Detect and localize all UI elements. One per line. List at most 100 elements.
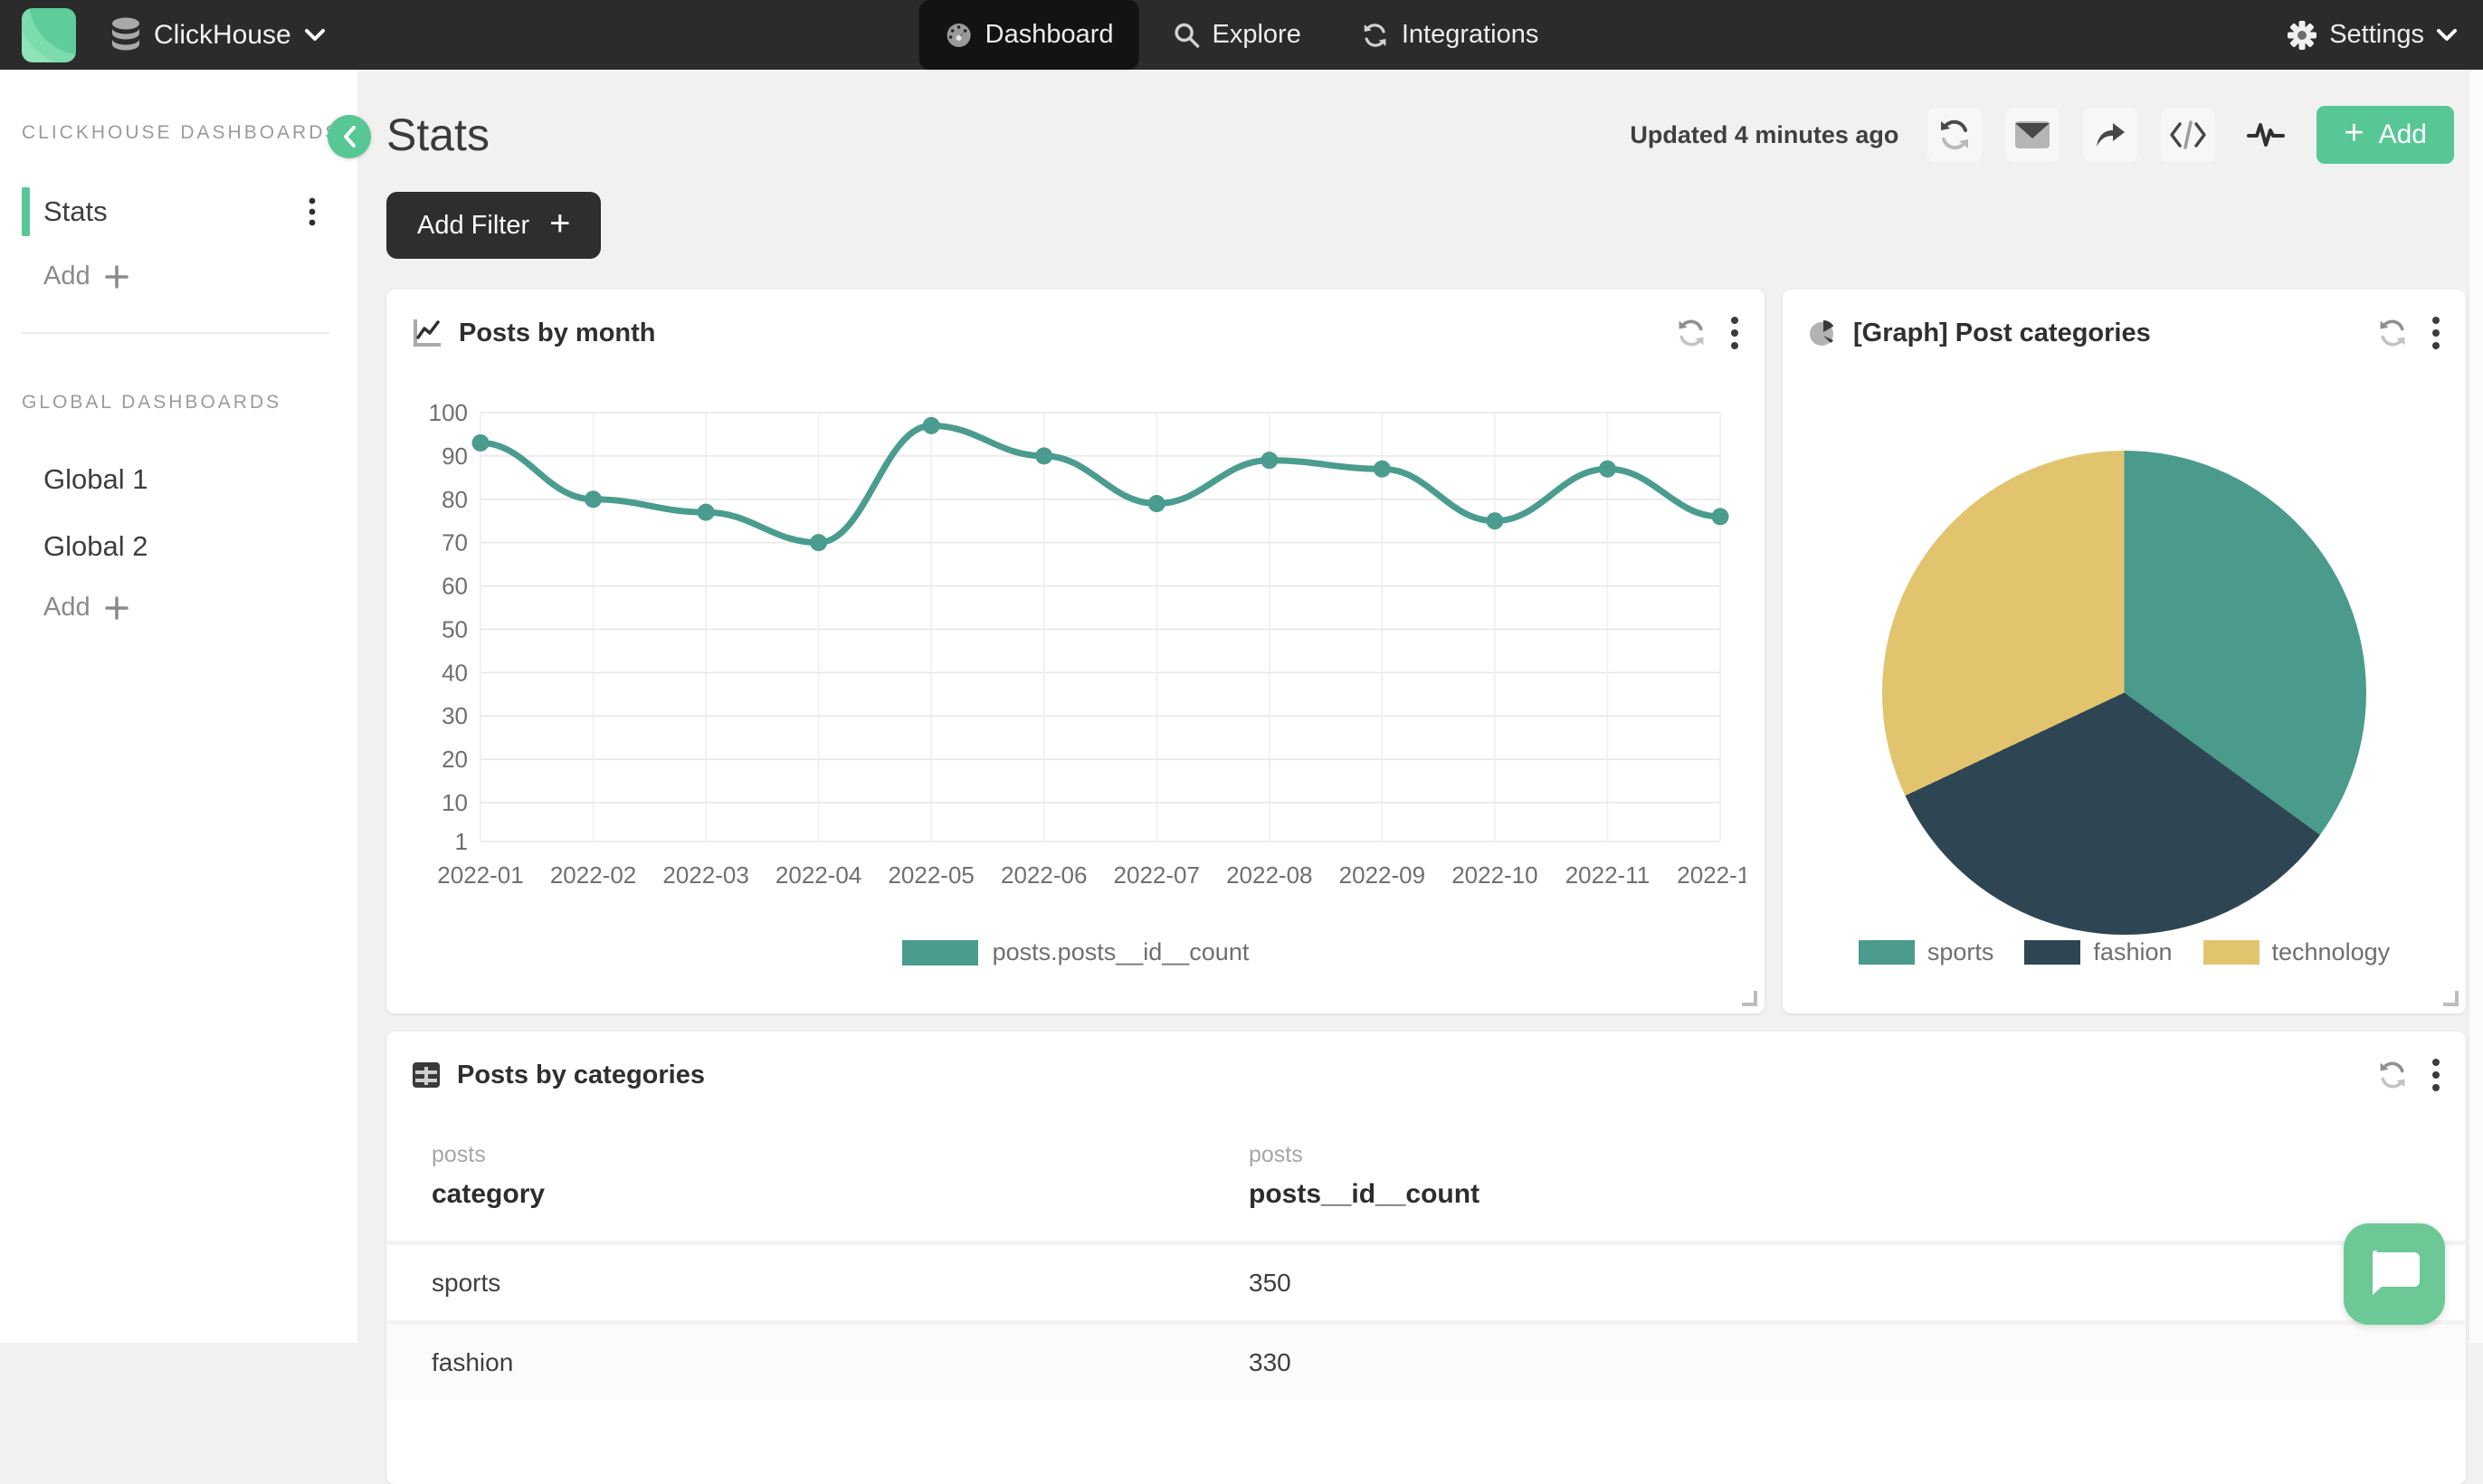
svg-text:2022-12: 2022-12	[1677, 861, 1746, 889]
refresh-icon	[2377, 318, 2408, 348]
legend-label: fashion	[2093, 938, 2172, 966]
top-nav: ClickHouse DashboardExploreIntegrations …	[0, 0, 2483, 70]
plus-icon: +	[549, 204, 570, 244]
app-logo[interactable]	[22, 8, 76, 62]
line-chart-icon	[412, 318, 442, 348]
legend-label: posts.posts__id__count	[993, 938, 1250, 966]
updated-timestamp: Updated 4 minutes ago	[1630, 121, 1898, 149]
chat-bubble-icon	[2368, 1251, 2421, 1298]
table-cell: 330	[1203, 1348, 2466, 1377]
kebab-menu-icon[interactable]	[309, 197, 316, 226]
chevron-down-icon	[304, 28, 326, 43]
search-icon	[1174, 22, 1201, 49]
refresh-dashboard-button[interactable]	[1927, 108, 1982, 162]
chat-widget-button[interactable]	[2344, 1223, 2445, 1325]
database-selector[interactable]: ClickHouse	[110, 0, 326, 70]
legend-swatch	[2203, 940, 2259, 965]
add-button-label: Add	[2379, 119, 2427, 150]
card-posts-by-categories: Posts by categories posts	[386, 1032, 2466, 1484]
card-kebab-menu-button[interactable]	[2431, 315, 2440, 351]
sidebar-item-label: Global 1	[43, 463, 147, 496]
svg-text:90: 90	[442, 442, 468, 470]
tab-label: Integrations	[1402, 20, 1539, 50]
database-icon	[110, 17, 141, 53]
legend-swatch	[902, 940, 978, 966]
share-button[interactable]	[2083, 108, 2137, 162]
sidebar-collapse-button[interactable]	[328, 115, 371, 158]
brand-name: ClickHouse	[154, 20, 291, 51]
line-chart-svg: 11020304050607080901002022-012022-022022…	[406, 387, 1746, 930]
svg-text:2022-07: 2022-07	[1114, 861, 1200, 889]
column-name: posts__id__count	[1249, 1179, 2466, 1210]
tab-dashboard[interactable]: Dashboard	[919, 0, 1139, 70]
add-filter-button[interactable]: Add Filter +	[386, 192, 601, 259]
tab-explore[interactable]: Explore	[1148, 0, 1327, 70]
column-header-category: postscategory	[386, 1118, 1203, 1241]
card-post-categories: [Graph] Post categories spo	[1783, 290, 2466, 1013]
sidebar-add-dashboard-button[interactable]: Add	[43, 262, 128, 291]
sidebar-item-label: Stats	[43, 195, 108, 228]
sidebar-item-global-1[interactable]: Global 1	[0, 453, 357, 506]
svg-text:1: 1	[455, 828, 468, 855]
legend-item-technology: technology	[2203, 938, 2391, 966]
legend-item-fashion: fashion	[2024, 938, 2172, 966]
nav-tabs: Dashboard Explore Integrations	[919, 0, 1565, 70]
resize-grip[interactable]	[1742, 991, 1757, 1006]
add-label: Add	[43, 262, 90, 291]
legend-swatch	[2024, 940, 2080, 965]
tab-integrations[interactable]: Integrations	[1336, 0, 1565, 70]
activity-button[interactable]	[2239, 108, 2293, 162]
table-cell: sports	[386, 1269, 1203, 1298]
svg-text:50: 50	[442, 615, 468, 642]
kebab-menu-icon	[1730, 315, 1739, 351]
scrollbar[interactable]	[2469, 70, 2483, 1343]
plus-icon: +	[2344, 114, 2364, 153]
svg-text:10: 10	[442, 789, 468, 816]
card-kebab-menu-button[interactable]	[1730, 315, 1739, 351]
svg-text:70: 70	[442, 529, 468, 556]
card-kebab-menu-button[interactable]	[2431, 1057, 2440, 1093]
code-icon	[2168, 119, 2208, 150]
card-title: Posts by categories	[457, 1061, 705, 1090]
svg-text:2022-01: 2022-01	[437, 861, 523, 889]
column-group-label: posts	[1249, 1142, 2466, 1168]
sidebar-item-global-2[interactable]: Global 2	[0, 520, 357, 573]
kebab-menu-icon	[2431, 315, 2440, 351]
email-icon	[2014, 120, 2050, 149]
table-cell: fashion	[386, 1348, 1203, 1377]
svg-text:2022-09: 2022-09	[1339, 861, 1425, 889]
add-chart-button[interactable]: + Add	[2317, 106, 2454, 164]
embed-code-button[interactable]	[2161, 108, 2215, 162]
sidebar-section-title-global: GLOBAL DASHBOARDS	[22, 392, 281, 414]
add-label: Add	[43, 593, 90, 623]
column-header-posts__id__count: posts posts__id__count	[1203, 1118, 2466, 1241]
card-refresh-button[interactable]	[2377, 318, 2408, 348]
svg-text:30: 30	[442, 702, 468, 729]
svg-text:2022-04: 2022-04	[775, 861, 861, 889]
card-title: Posts by month	[459, 319, 656, 348]
refresh-icon	[2377, 1060, 2408, 1090]
page-title: Stats	[386, 109, 490, 161]
active-indicator-bar	[22, 522, 30, 571]
share-forward-icon	[2093, 119, 2127, 150]
table-row: sports350	[386, 1241, 2466, 1320]
sidebar-section-title-clickhouse: CLICKHOUSE DASHBOARDS	[22, 122, 340, 144]
svg-text:2022-02: 2022-02	[550, 861, 636, 889]
resize-grip[interactable]	[2443, 991, 2459, 1006]
tab-label: Dashboard	[985, 20, 1114, 50]
legend-label: technology	[2272, 938, 2391, 966]
pie-chart-icon	[1808, 319, 1837, 347]
svg-text:100: 100	[429, 399, 468, 426]
sidebar-item-stats[interactable]: Stats	[0, 186, 357, 238]
card-refresh-button[interactable]	[1676, 318, 1707, 348]
email-button[interactable]	[2005, 108, 2060, 162]
sidebar: CLICKHOUSE DASHBOARDS Stats Add GLOBAL D…	[0, 70, 357, 1343]
legend-item-sports: sports	[1859, 938, 1994, 966]
column-name: category	[432, 1179, 1203, 1210]
svg-text:2022-03: 2022-03	[662, 861, 748, 889]
sidebar-add-global-dashboard-button[interactable]: Add	[43, 593, 128, 623]
sidebar-divider	[22, 332, 329, 334]
settings-menu[interactable]: Settings	[2287, 0, 2458, 70]
card-refresh-button[interactable]	[2377, 1060, 2408, 1090]
card-title: [Graph] Post categories	[1853, 319, 2151, 348]
